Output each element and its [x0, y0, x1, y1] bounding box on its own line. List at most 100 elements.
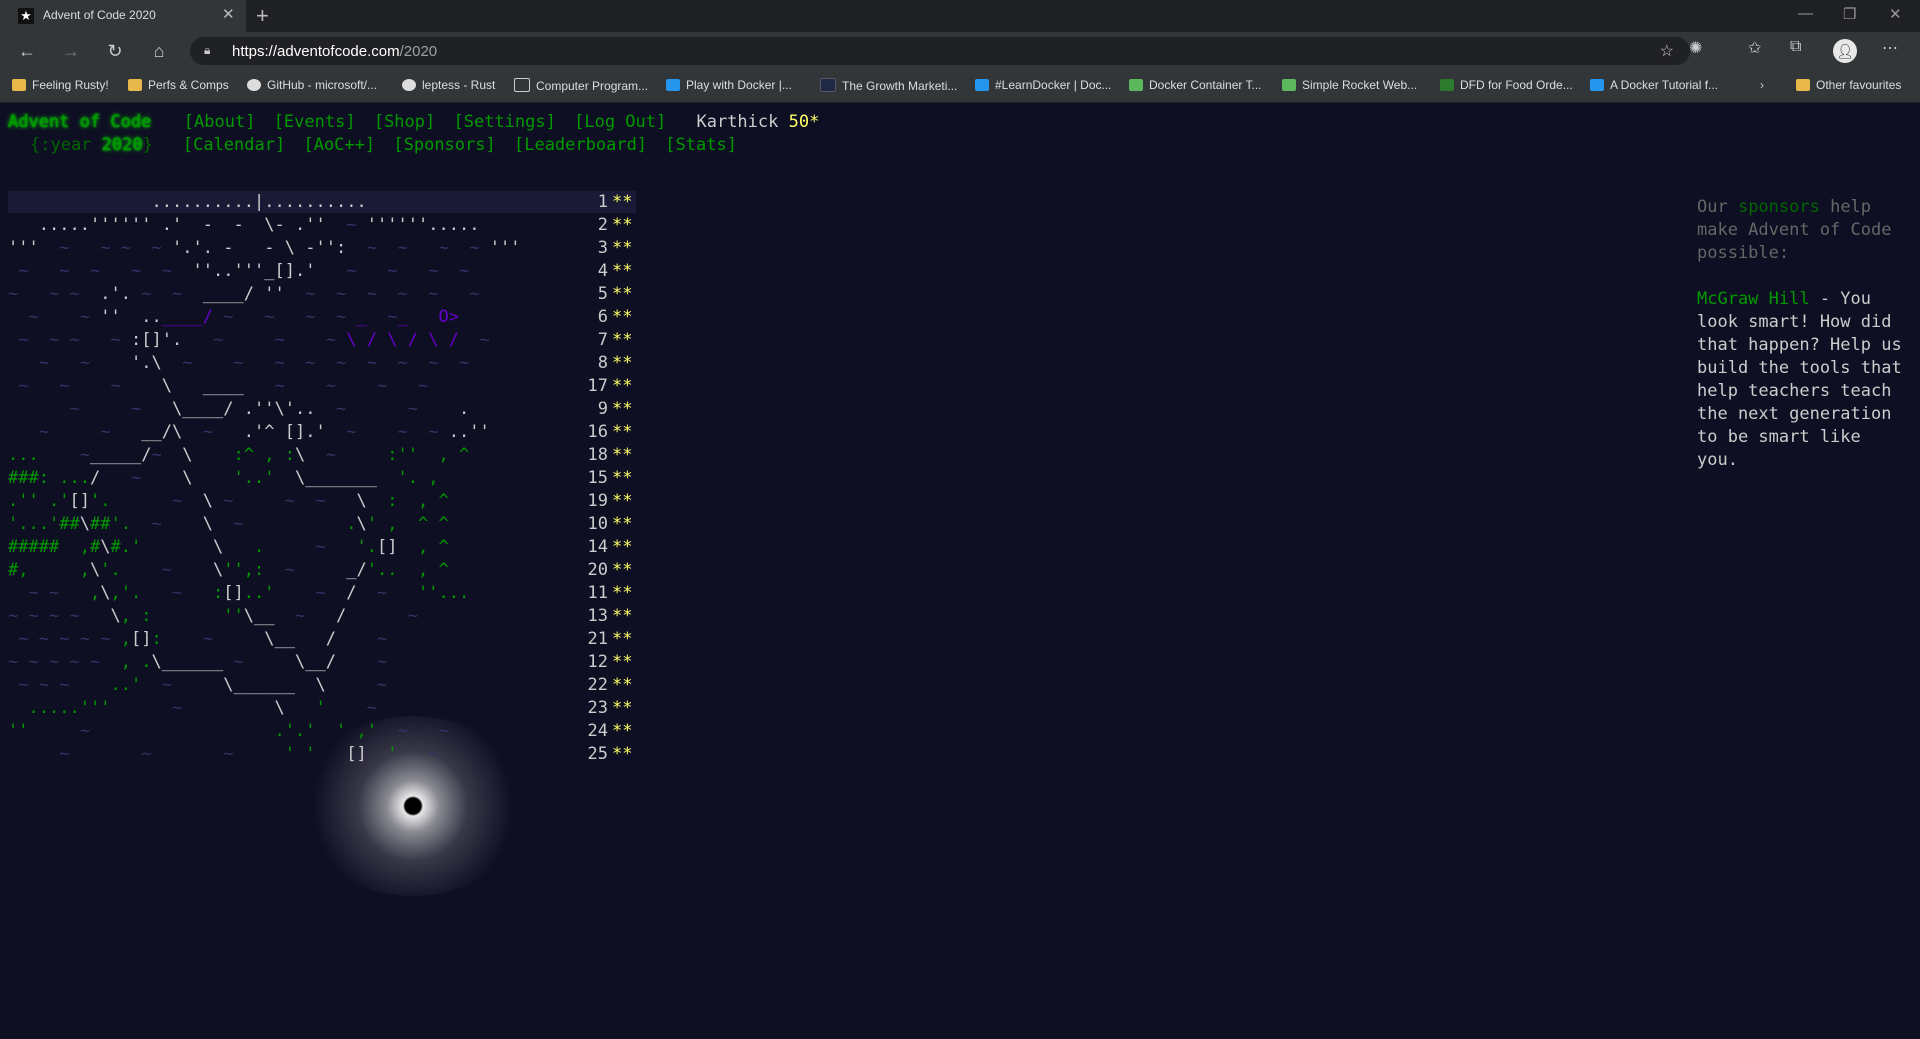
- refresh-icon[interactable]: ↻: [101, 38, 129, 64]
- calendar-art: ~ ~ ~ .'. ~ ~ ____/ '' ~ ~ ~ ~ ~ ~: [8, 284, 480, 304]
- calendar-art: '' ~ .'.' ' ,' ~ ~: [8, 721, 449, 741]
- nav-events[interactable]: [Events]: [274, 112, 356, 132]
- forward-icon[interactable]: →: [57, 38, 85, 64]
- bookmark-item[interactable]: Feeling Rusty!: [12, 78, 109, 92]
- calendar-day-link[interactable]: ~ ~ ~ ~ ~ , .\______ ~ \__/ ~ 12 **: [8, 651, 636, 673]
- bookmark-item[interactable]: Play with Docker |...: [666, 78, 792, 92]
- calendar-day-link[interactable]: '...'##\##'. ~ \ ~ .\' , ^ ^ 10 **: [8, 513, 636, 535]
- nav-sponsors[interactable]: [Sponsors]: [393, 135, 495, 155]
- nav-about[interactable]: [About]: [184, 112, 256, 132]
- extension-icon[interactable]: ✺: [1689, 38, 1702, 58]
- page-content: Advent of Code [About] [Events] [Shop] […: [0, 103, 1920, 1039]
- calendar-day-link[interactable]: .....''' ~ \ ' ~ 23 **: [8, 697, 636, 719]
- address-bar[interactable]: 🔒︎ https://adventofcode.com/2020 ☆: [190, 37, 1690, 65]
- calendar-day-link[interactable]: ~ ~ ~ .'. ~ ~ ____/ '' ~ ~ ~ ~ ~ ~ 5 **: [8, 283, 636, 305]
- nav-aocplusplus[interactable]: [AoC++]: [303, 135, 375, 155]
- nav-leaderboard[interactable]: [Leaderboard]: [514, 135, 647, 155]
- calendar-art: ~ ~ ~ ' ' [] ' ~: [59, 744, 439, 764]
- collections-icon[interactable]: ⧉: [1790, 38, 1801, 56]
- bookmark-item[interactable]: Perfs & Comps: [128, 78, 229, 92]
- day-stars: **: [612, 606, 633, 626]
- bookmark-item[interactable]: GitHub - microsoft/...: [247, 78, 377, 92]
- calendar-day-link[interactable]: ~ ~ ~ ~ ~ ,[]: ~ \__ / ~ 21 **: [8, 628, 636, 650]
- tab-close-icon[interactable]: ✕: [222, 5, 235, 23]
- bookmark-item[interactable]: Docker Container T...: [1129, 78, 1262, 92]
- more-menu-icon[interactable]: ⋯: [1882, 38, 1898, 58]
- bookmark-item[interactable]: DFD for Food Orde...: [1440, 78, 1573, 92]
- calendar-day-link[interactable]: ''' ~ ~ ~ ~ '.'. - - \ -'': ~ ~ ~ ~ ''' 3…: [8, 237, 636, 259]
- sponsor-intro: Our sponsors help make Advent of Code po…: [1697, 197, 1892, 263]
- calendar-art: ~ ~ '' ..____/ ~ ~ ~ ~ _ ~_ O>: [28, 307, 460, 327]
- day-stars: **: [612, 307, 633, 327]
- nav-shop[interactable]: [Shop]: [374, 112, 435, 132]
- calendar-day-link[interactable]: .....'''''' .' - - \- .'' ~ ''''''..... 2…: [8, 214, 636, 236]
- day-stars: **: [612, 422, 633, 442]
- tab-advent-of-code[interactable]: ★ Advent of Code 2020 ✕: [0, 0, 246, 32]
- calendar-day-link[interactable]: ..........|.......... 1 **: [8, 191, 636, 213]
- calendar-art: #, ,\'. ~ \'',: ~ _/'.. , ^: [8, 560, 449, 580]
- calendar-day-link[interactable]: ~ ~ \____/ .''\'.. ~ ~ . 9 **: [8, 398, 636, 420]
- close-window-icon[interactable]: ✕: [1889, 5, 1902, 23]
- new-tab-icon[interactable]: +: [256, 3, 269, 29]
- bookmark-item[interactable]: leptess - Rust: [402, 78, 495, 92]
- calendar-day-link[interactable]: ... ~_____/~ \ :^ , :\ ~ :'' , ^ 18 **: [8, 444, 636, 466]
- calendar-day-link[interactable]: ~ ~ ~ \ ____ ~ ~ ~ ~ 17 **: [8, 375, 636, 397]
- calendar-day-link[interactable]: ~ ~ '' ..____/ ~ ~ ~ ~ _ ~_ O> 6 **: [8, 306, 636, 328]
- sponsor-panel: Our sponsors help make Advent of Code po…: [1697, 196, 1907, 472]
- nav-settings[interactable]: [Settings]: [454, 112, 556, 132]
- day-number: 22: [587, 675, 608, 695]
- calendar-art: .....'''''' .' - - \- .'' ~ ''''''.....: [38, 215, 480, 235]
- restore-icon[interactable]: ❐: [1843, 5, 1856, 23]
- username: Karthick: [696, 112, 779, 132]
- day-number: 21: [587, 629, 608, 649]
- calendar-day-link[interactable]: ~ ~ '.\ ~ ~ ~ ~ ~ ~ ~ ~ ~ 8 **: [8, 352, 636, 374]
- calendar-day-link[interactable]: '' ~ .'.' ' ,' ~ ~ 24 **: [8, 720, 636, 742]
- day-number: 13: [587, 606, 608, 626]
- sponsor-link-mcgraw-hill[interactable]: McGraw Hill: [1697, 289, 1810, 309]
- calendar-day-link[interactable]: ~ ~ ~ ~ \, : ''\__ ~ / ~ 13 **: [8, 605, 636, 627]
- bookmark-item[interactable]: Simple Rocket Web...: [1282, 78, 1417, 92]
- bookmark-item[interactable]: The Growth Marketi...: [820, 78, 957, 93]
- calendar-day-link[interactable]: ~ ~ ~ ' ' [] ' ~ 25 **: [8, 743, 636, 765]
- day-number: 11: [587, 583, 608, 603]
- day-stars: **: [612, 376, 633, 396]
- bookmarks-bar: Feeling Rusty! Perfs & Comps GitHub - mi…: [0, 70, 1920, 103]
- calendar-art: ~ ~ ~ ~ ~ ,[]: ~ \__ / ~: [18, 629, 388, 649]
- calendar-day-link[interactable]: ~ ~ __/\ ~ .'^ [].' ~ ~ ~ ..'' 16 **: [8, 421, 636, 443]
- nav-stats[interactable]: [Stats]: [665, 135, 737, 155]
- calendar-day-link[interactable]: ~ ~ ~ ..' ~ \______ \ ~ 22 **: [8, 674, 636, 696]
- calendar-day-link[interactable]: ~ ~ ~ ~ ~ ''..'''_[].' ~ ~ ~ ~ 4 **: [8, 260, 636, 282]
- nav-calendar[interactable]: [Calendar]: [183, 135, 285, 155]
- calendar-day-link[interactable]: ###: .../ ~ \ '..' \_______ '. , 15 **: [8, 467, 636, 489]
- bookmark-folder-other[interactable]: Other favourites: [1796, 78, 1901, 92]
- calendar-art: ~ ~ __/\ ~ .'^ [].' ~ ~ ~ ..'': [38, 422, 490, 442]
- profile-avatar[interactable]: 👤︎: [1833, 39, 1857, 63]
- aoc-favicon-icon: ★: [18, 8, 34, 24]
- day-number: 5: [597, 284, 608, 304]
- calendar-art: ''' ~ ~ ~ ~ '.'. - - \ -'': ~ ~ ~ ~ ''': [8, 238, 521, 258]
- calendar-day-link[interactable]: ##### ,#\#.' \ . ~ '.[] , ^ 14 **: [8, 536, 636, 558]
- day-stars: **: [612, 537, 633, 557]
- calendar-day-link[interactable]: #, ,\'. ~ \'',: ~ _/'.. , ^ 20 **: [8, 559, 636, 581]
- calendar-day-link[interactable]: .'' .'[]'. ~ \ ~ ~ ~ \ : , ^ 19 **: [8, 490, 636, 512]
- calendar-day-link[interactable]: ~ ~ ~ ~ :[]'. ~ ~ ~ \ / \ / \ / ~ 7 **: [8, 329, 636, 351]
- bookmark-item[interactable]: Computer Program...: [514, 78, 648, 93]
- sponsors-link[interactable]: sponsors: [1738, 197, 1820, 217]
- minimize-icon[interactable]: —: [1798, 5, 1813, 22]
- bookmark-item[interactable]: #LearnDocker | Doc...: [975, 78, 1112, 92]
- bookmark-item[interactable]: A Docker Tutorial f...: [1590, 78, 1718, 92]
- back-icon[interactable]: ←: [13, 38, 41, 64]
- home-icon[interactable]: ⌂: [145, 38, 173, 64]
- nav-log-out[interactable]: [Log Out]: [574, 112, 666, 132]
- favorite-star-icon[interactable]: ☆: [1660, 41, 1674, 61]
- calendar-day-link[interactable]: ~ ~ ,\,'. ~ :[]..' ~ / ~ ''... 11 **: [8, 582, 636, 604]
- calendar-art: ##### ,#\#.' \ . ~ '.[] , ^: [8, 537, 449, 557]
- calendar-art: ~ ~ ~ ~ \, : ''\__ ~ / ~: [8, 606, 418, 626]
- favorites-icon[interactable]: ✩: [1748, 38, 1761, 58]
- bookmarks-overflow-icon[interactable]: ›: [1760, 78, 1764, 92]
- day-stars: **: [612, 261, 633, 281]
- calendar-art: ~ ~ '.\ ~ ~ ~ ~ ~ ~ ~ ~ ~: [38, 353, 470, 373]
- site-title-link[interactable]: Advent of Code: [8, 112, 151, 132]
- day-stars: **: [612, 238, 633, 258]
- year-link[interactable]: {:year 2020}: [30, 135, 153, 155]
